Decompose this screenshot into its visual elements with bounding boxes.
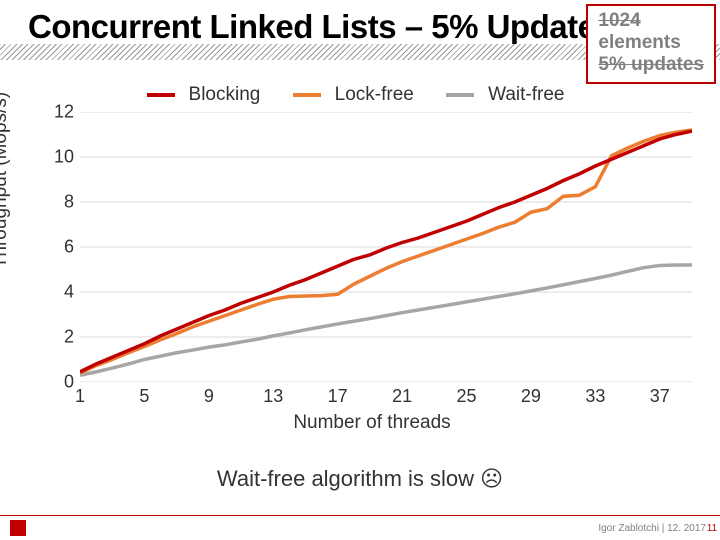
footer-rule <box>0 515 720 516</box>
x-tick: 17 <box>328 386 348 407</box>
x-tick: 13 <box>263 386 283 407</box>
y-tick: 4 <box>64 282 74 303</box>
chart-svg <box>80 112 692 382</box>
page-number: 11 <box>704 523 720 534</box>
x-tick: 37 <box>650 386 670 407</box>
annotation-box: 1024 elements 5% updates <box>586 4 716 84</box>
x-tick: 29 <box>521 386 541 407</box>
y-tick: 8 <box>64 192 74 213</box>
annotation-line-1: 1024 <box>598 10 704 32</box>
y-axis-ticks: 024681012 <box>52 112 76 382</box>
caption-text: Wait-free algorithm is slow <box>217 466 480 491</box>
plot-area <box>80 112 692 382</box>
x-tick: 9 <box>204 386 214 407</box>
legend-item-waitfree: Wait-free <box>446 84 573 105</box>
slide: Concurrent Linked Lists – 5% Updates 102… <box>0 0 720 540</box>
x-tick: 33 <box>585 386 605 407</box>
series-waitfree <box>80 265 692 375</box>
frown-icon: ☹ <box>480 466 503 491</box>
x-tick: 25 <box>457 386 477 407</box>
legend-swatch-blocking <box>147 93 175 97</box>
chart-area: 024681012 15913172125293337 Number of th… <box>52 112 692 412</box>
legend-swatch-lockfree <box>293 93 321 97</box>
y-tick: 0 <box>64 372 74 393</box>
x-tick: 21 <box>392 386 412 407</box>
logo-box <box>10 520 26 536</box>
legend-item-lockfree: Lock-free <box>293 84 423 105</box>
y-tick: 2 <box>64 327 74 348</box>
legend-item-blocking: Blocking <box>147 84 270 105</box>
footer-text: Igor Zablotchi | 12. 2017 <box>598 523 706 534</box>
x-axis-label: Number of threads <box>52 412 692 434</box>
y-tick: 6 <box>64 237 74 258</box>
legend-swatch-waitfree <box>446 93 474 97</box>
x-tick: 1 <box>75 386 85 407</box>
y-tick: 10 <box>54 147 74 168</box>
caption: Wait-free algorithm is slow ☹ <box>0 466 720 492</box>
annotation-line-2: elements <box>598 32 704 54</box>
x-axis-ticks: 15913172125293337 <box>80 386 692 406</box>
x-tick: 5 <box>139 386 149 407</box>
annotation-line-3: 5% updates <box>598 54 704 76</box>
y-tick: 12 <box>54 102 74 123</box>
series-lines <box>80 130 692 375</box>
y-axis-label: Throughput (Mops/s) <box>0 70 12 290</box>
logo <box>10 520 44 536</box>
chart-legend: Blocking Lock-free Wait-free <box>0 84 720 106</box>
